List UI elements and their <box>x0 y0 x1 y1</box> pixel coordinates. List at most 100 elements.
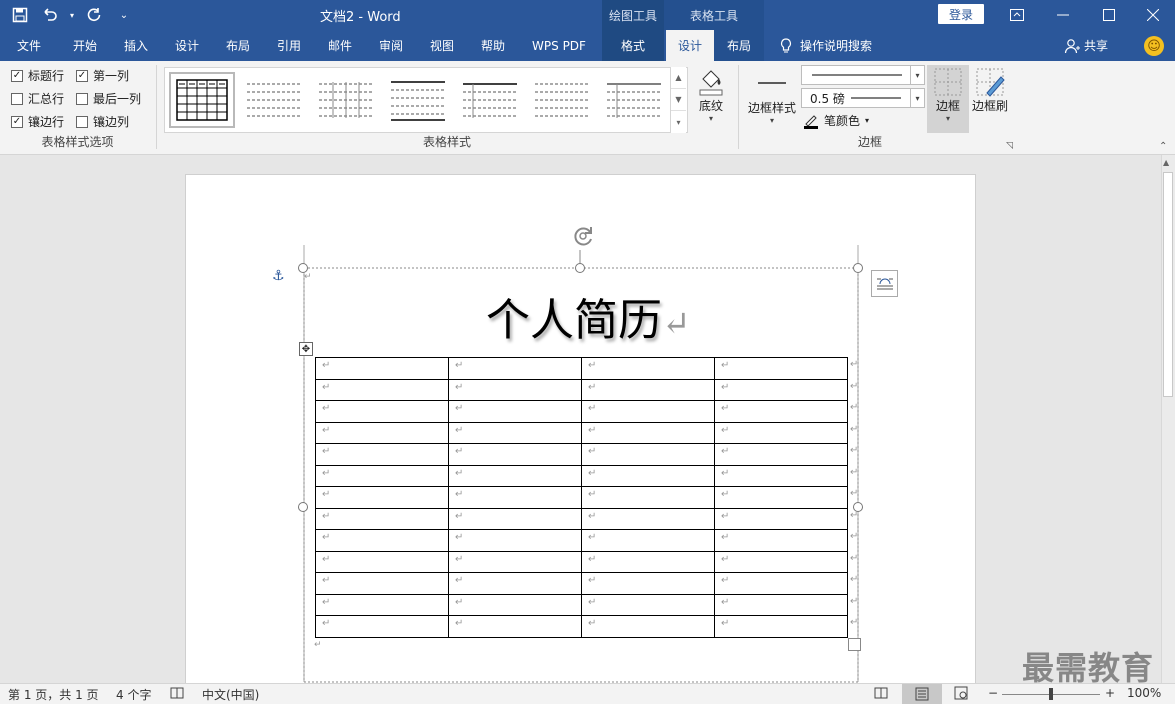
tab-home[interactable]: 开始 <box>60 30 110 61</box>
scroll-up-icon[interactable]: ▲ <box>1163 158 1169 167</box>
border-painter-button[interactable]: 边框刷 <box>970 67 1010 114</box>
first-column-checkbox[interactable]: ✓ 第一列 <box>76 67 129 84</box>
line-weight-select[interactable]: 0.5 磅 ▾ <box>801 88 925 108</box>
last-column-checkbox[interactable]: 最后一列 <box>76 90 141 107</box>
table-cell[interactable]: ↵ <box>714 593 848 616</box>
tab-insert[interactable]: 插入 <box>111 30 161 61</box>
table-cell[interactable]: ↵ <box>448 529 582 552</box>
table-cell[interactable]: ↵ <box>448 443 582 466</box>
table-cell[interactable]: ↵ <box>315 615 449 638</box>
table-cell[interactable]: ↵ <box>448 464 582 487</box>
table-cell[interactable]: ↵ <box>448 572 582 595</box>
save-icon[interactable] <box>8 4 32 26</box>
table-cell[interactable]: ↵ <box>581 400 715 423</box>
table-style-plain-2[interactable] <box>313 72 379 128</box>
table-cell[interactable]: ↵ <box>714 529 848 552</box>
gallery-down-icon[interactable]: ▼ <box>671 89 686 111</box>
table-style-plain-5[interactable] <box>529 72 595 128</box>
table-cell[interactable]: ↵ <box>714 550 848 573</box>
collapse-ribbon-icon[interactable]: ⌃ <box>1159 141 1167 152</box>
table-cell[interactable]: ↵ <box>581 507 715 530</box>
borders-dialog-launcher-icon[interactable]: ◹ <box>1006 141 1013 151</box>
table-cell[interactable]: ↵ <box>714 507 848 530</box>
table-cell[interactable]: ↵ <box>581 443 715 466</box>
table-cell[interactable]: ↵ <box>581 615 715 638</box>
table-cell[interactable]: ↵ <box>581 378 715 401</box>
table-cell[interactable]: ↵ <box>315 421 449 444</box>
table-cell[interactable]: ↵ <box>448 615 582 638</box>
ribbon-display-options-icon[interactable] <box>994 0 1040 30</box>
tab-format[interactable]: 格式 <box>602 30 664 61</box>
table-cell[interactable]: ↵ <box>448 421 582 444</box>
word-count[interactable]: 4 个字 <box>116 686 151 703</box>
layout-options-icon[interactable] <box>871 270 898 297</box>
minimize-icon[interactable] <box>1040 0 1086 30</box>
table-cell[interactable]: ↵ <box>315 550 449 573</box>
tab-wps-pdf[interactable]: WPS PDF <box>520 30 598 61</box>
tab-table-layout[interactable]: 布局 <box>714 30 764 61</box>
line-style-select[interactable]: ▾ <box>801 65 925 85</box>
table-cell[interactable]: ↵ <box>714 464 848 487</box>
table-cell[interactable]: ↵ <box>581 572 715 595</box>
tell-me-search[interactable]: 操作说明搜索 <box>780 30 872 61</box>
table-cell[interactable]: ↵ <box>448 486 582 509</box>
table-cell[interactable]: ↵ <box>315 378 449 401</box>
tab-design[interactable]: 设计 <box>162 30 212 61</box>
web-layout-icon[interactable] <box>954 686 968 703</box>
shading-button[interactable]: 底纹 ▾ <box>694 67 728 123</box>
table-cell[interactable]: ↵ <box>315 464 449 487</box>
tab-view[interactable]: 视图 <box>417 30 467 61</box>
table-cell[interactable]: ↵ <box>315 572 449 595</box>
table-cell[interactable]: ↵ <box>448 400 582 423</box>
undo-dropdown-icon[interactable]: ▾ <box>68 4 76 26</box>
table-cell[interactable]: ↵ <box>315 593 449 616</box>
gallery-up-icon[interactable]: ▲ <box>671 67 686 89</box>
tab-references[interactable]: 引用 <box>264 30 314 61</box>
table-style-plain-3[interactable] <box>385 72 451 128</box>
banded-columns-checkbox[interactable]: 镶边列 <box>76 113 129 130</box>
scrollbar-thumb[interactable] <box>1163 172 1173 397</box>
table-resize-handle[interactable] <box>848 638 861 651</box>
border-styles-button[interactable]: 边框样式 ▾ <box>746 67 798 125</box>
table-style-plain-1[interactable] <box>241 72 307 128</box>
tab-review[interactable]: 审阅 <box>366 30 416 61</box>
share-button[interactable]: 共享 <box>1064 30 1108 61</box>
table-cell[interactable]: ↵ <box>714 421 848 444</box>
proofing-icon[interactable] <box>170 686 184 703</box>
page-count[interactable]: 第 1 页，共 1 页 <box>8 686 99 703</box>
table-move-handle-icon[interactable]: ✥ <box>299 342 313 356</box>
table-cell[interactable]: ↵ <box>315 486 449 509</box>
customize-qat-icon[interactable]: ⌄ <box>112 4 136 26</box>
table-cell[interactable]: ↵ <box>315 507 449 530</box>
table-cell[interactable]: ↵ <box>714 357 848 380</box>
table-cell[interactable]: ↵ <box>581 357 715 380</box>
total-row-checkbox[interactable]: 汇总行 <box>11 90 64 107</box>
table-cell[interactable]: ↵ <box>448 357 582 380</box>
header-row-checkbox[interactable]: ✓ 标题行 <box>11 67 64 84</box>
tab-mailings[interactable]: 邮件 <box>315 30 365 61</box>
table-cell[interactable]: ↵ <box>581 486 715 509</box>
login-button[interactable]: 登录 <box>938 4 984 24</box>
resume-table[interactable]: ↵ ↵ ↵ ↵ ↵ ↵ ↵ ↵ ↵ ↵ ↵ ↵ ↵ ↵ ↵ ↵ ↵ ↵ ↵ ↵ ↵ ↵ ↵ ↵ ↵ ↵ ↵ ↵ ↵ ↵ ↵ ↵ ↵ ↵ ↵ ↵ ↵ ↵ ↵ ↵… <box>315 357 848 638</box>
table-cell[interactable]: ↵ <box>315 357 449 380</box>
table-cell[interactable]: ↵ <box>714 615 848 638</box>
tab-file[interactable]: 文件 <box>4 30 54 61</box>
tab-table-design[interactable]: 设计 <box>666 30 714 61</box>
pen-color-button[interactable]: 笔颜色 ▾ <box>803 112 869 129</box>
resize-handle-top[interactable] <box>575 263 585 273</box>
table-cell[interactable]: ↵ <box>581 550 715 573</box>
tab-layout[interactable]: 布局 <box>213 30 263 61</box>
table-cell[interactable]: ↵ <box>448 550 582 573</box>
close-icon[interactable] <box>1130 0 1175 30</box>
zoom-out-icon[interactable]: − <box>988 686 998 700</box>
table-cell[interactable]: ↵ <box>581 464 715 487</box>
table-style-plain-4[interactable] <box>457 72 523 128</box>
gallery-more-icon[interactable]: ▾ <box>671 111 686 133</box>
rotate-handle-icon[interactable] <box>570 224 598 251</box>
table-cell[interactable]: ↵ <box>714 443 848 466</box>
document-heading[interactable]: 个人简历↵ <box>486 284 691 348</box>
resize-handle-top-right[interactable] <box>853 263 863 273</box>
table-cell[interactable]: ↵ <box>581 421 715 444</box>
table-cell[interactable]: ↵ <box>581 593 715 616</box>
table-cell[interactable]: ↵ <box>448 507 582 530</box>
